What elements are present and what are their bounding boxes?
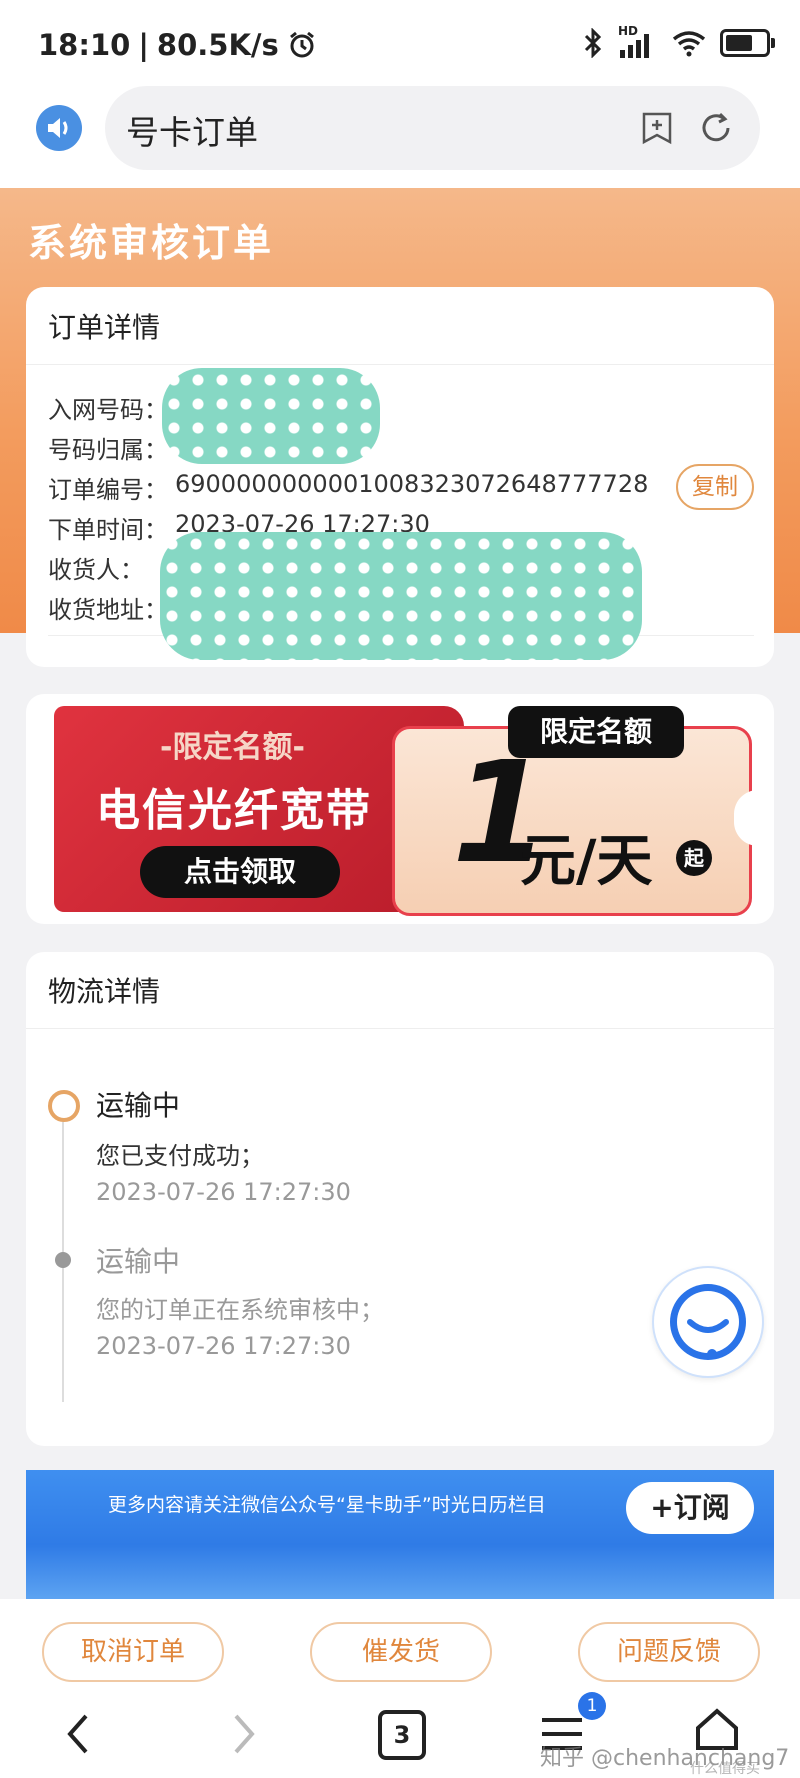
network-type-label: HD xyxy=(618,24,639,38)
status-speed: 80.5K/s xyxy=(156,28,279,62)
promo-price-unit: 元/天 xyxy=(520,829,653,894)
timeline-dot xyxy=(55,1252,71,1268)
signal-icon: HD xyxy=(618,24,658,58)
urge-shipment-button[interactable]: 催发货 xyxy=(310,1622,492,1682)
row-label-address: 收货地址： xyxy=(48,596,168,624)
redaction-mask-address xyxy=(160,532,642,660)
row-label-order-time: 下单时间： xyxy=(48,516,168,544)
watermark-site: 什么值得买 xyxy=(690,1761,760,1777)
refresh-icon[interactable] xyxy=(698,110,734,146)
order-details-divider xyxy=(26,364,774,365)
status-left: 18:10 | 80.5K/s xyxy=(38,28,317,62)
forward-icon[interactable] xyxy=(228,1712,258,1756)
logistics-time-2: 2023-07-26 17:27:30 xyxy=(96,1332,351,1360)
logistics-desc-1: 您已支付成功； xyxy=(96,1142,264,1170)
customer-service-button[interactable] xyxy=(652,1266,764,1378)
row-label-recipient: 收货人： xyxy=(48,556,144,584)
order-number-value: 6900000000001008323072648777728 xyxy=(175,470,649,498)
status-time: 18:10 xyxy=(38,28,131,62)
row-label-order-no: 订单编号： xyxy=(48,476,168,504)
logistics-status-2: 运输中 xyxy=(96,1245,181,1278)
battery-icon xyxy=(720,29,775,57)
hero-title: 系统审核订单 xyxy=(28,221,275,265)
row-label-region: 号码归属： xyxy=(48,436,168,464)
logistics-status-1: 运输中 xyxy=(96,1089,181,1122)
promo-cta-button[interactable]: 点击领取 xyxy=(140,846,340,898)
redaction-mask-phone xyxy=(162,368,380,464)
promo-title: 电信光纤宽带 xyxy=(96,785,372,836)
status-right: HD xyxy=(582,24,775,58)
bookmark-add-icon[interactable] xyxy=(640,110,674,146)
cancel-order-button[interactable]: 取消订单 xyxy=(42,1622,224,1682)
logistics-divider xyxy=(26,1028,774,1029)
headset-icon xyxy=(670,1284,746,1360)
subscribe-banner-text: 更多内容请关注微信公众号“星卡助手”时光日历栏目 xyxy=(108,1494,546,1516)
back-icon[interactable] xyxy=(64,1712,94,1756)
speaker-icon xyxy=(48,118,68,138)
read-aloud-button[interactable] xyxy=(36,105,82,151)
logistics-desc-2: 您的订单正在系统审核中； xyxy=(96,1296,384,1324)
menu-badge: 1 xyxy=(578,1692,606,1720)
copy-order-number-button[interactable]: 复制 xyxy=(676,464,754,510)
wifi-icon xyxy=(672,31,706,57)
tabs-button[interactable]: 3 xyxy=(378,1710,426,1760)
logistics-time-1: 2023-07-26 17:27:30 xyxy=(96,1178,351,1206)
subscribe-button[interactable]: +订阅 xyxy=(626,1482,754,1534)
feedback-button[interactable]: 问题反馈 xyxy=(578,1622,760,1682)
logistics-heading: 物流详情 xyxy=(48,975,161,1008)
page-title: 号卡订单 xyxy=(126,113,258,152)
row-label-phone: 入网号码： xyxy=(48,396,168,424)
promo-price-suffix: 起 xyxy=(676,840,712,876)
status-separator: | xyxy=(138,28,149,62)
bluetooth-icon xyxy=(584,28,602,58)
order-details-heading: 订单详情 xyxy=(48,311,161,344)
alarm-icon xyxy=(289,31,314,58)
timeline-dot-active xyxy=(48,1090,80,1122)
promo-tag: -限定名额- xyxy=(160,730,305,765)
